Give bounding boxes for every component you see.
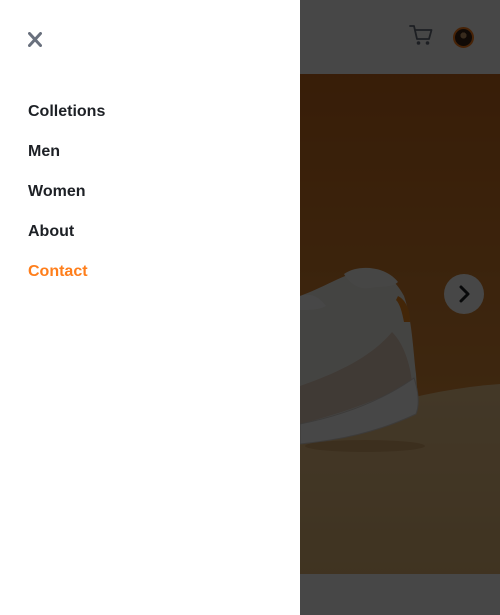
nav-list: Colletions Men Women About Contact: [28, 101, 105, 301]
nav-link-women[interactable]: Women: [28, 181, 85, 203]
app-root: Colletions Men Women About Contact: [0, 0, 500, 615]
nav-item-about: About: [28, 221, 105, 261]
close-icon: [28, 31, 42, 47]
nav-item-women: Women: [28, 181, 105, 221]
side-menu: Colletions Men Women About Contact: [0, 0, 300, 615]
nav-link-contact[interactable]: Contact: [28, 261, 88, 283]
nav-link-collections[interactable]: Colletions: [28, 101, 105, 123]
nav-item-collections: Colletions: [28, 101, 105, 141]
nav-link-about[interactable]: About: [28, 221, 74, 243]
nav-item-men: Men: [28, 141, 105, 181]
close-button[interactable]: [26, 30, 44, 48]
nav-link-men[interactable]: Men: [28, 141, 60, 163]
nav-item-contact: Contact: [28, 261, 105, 301]
